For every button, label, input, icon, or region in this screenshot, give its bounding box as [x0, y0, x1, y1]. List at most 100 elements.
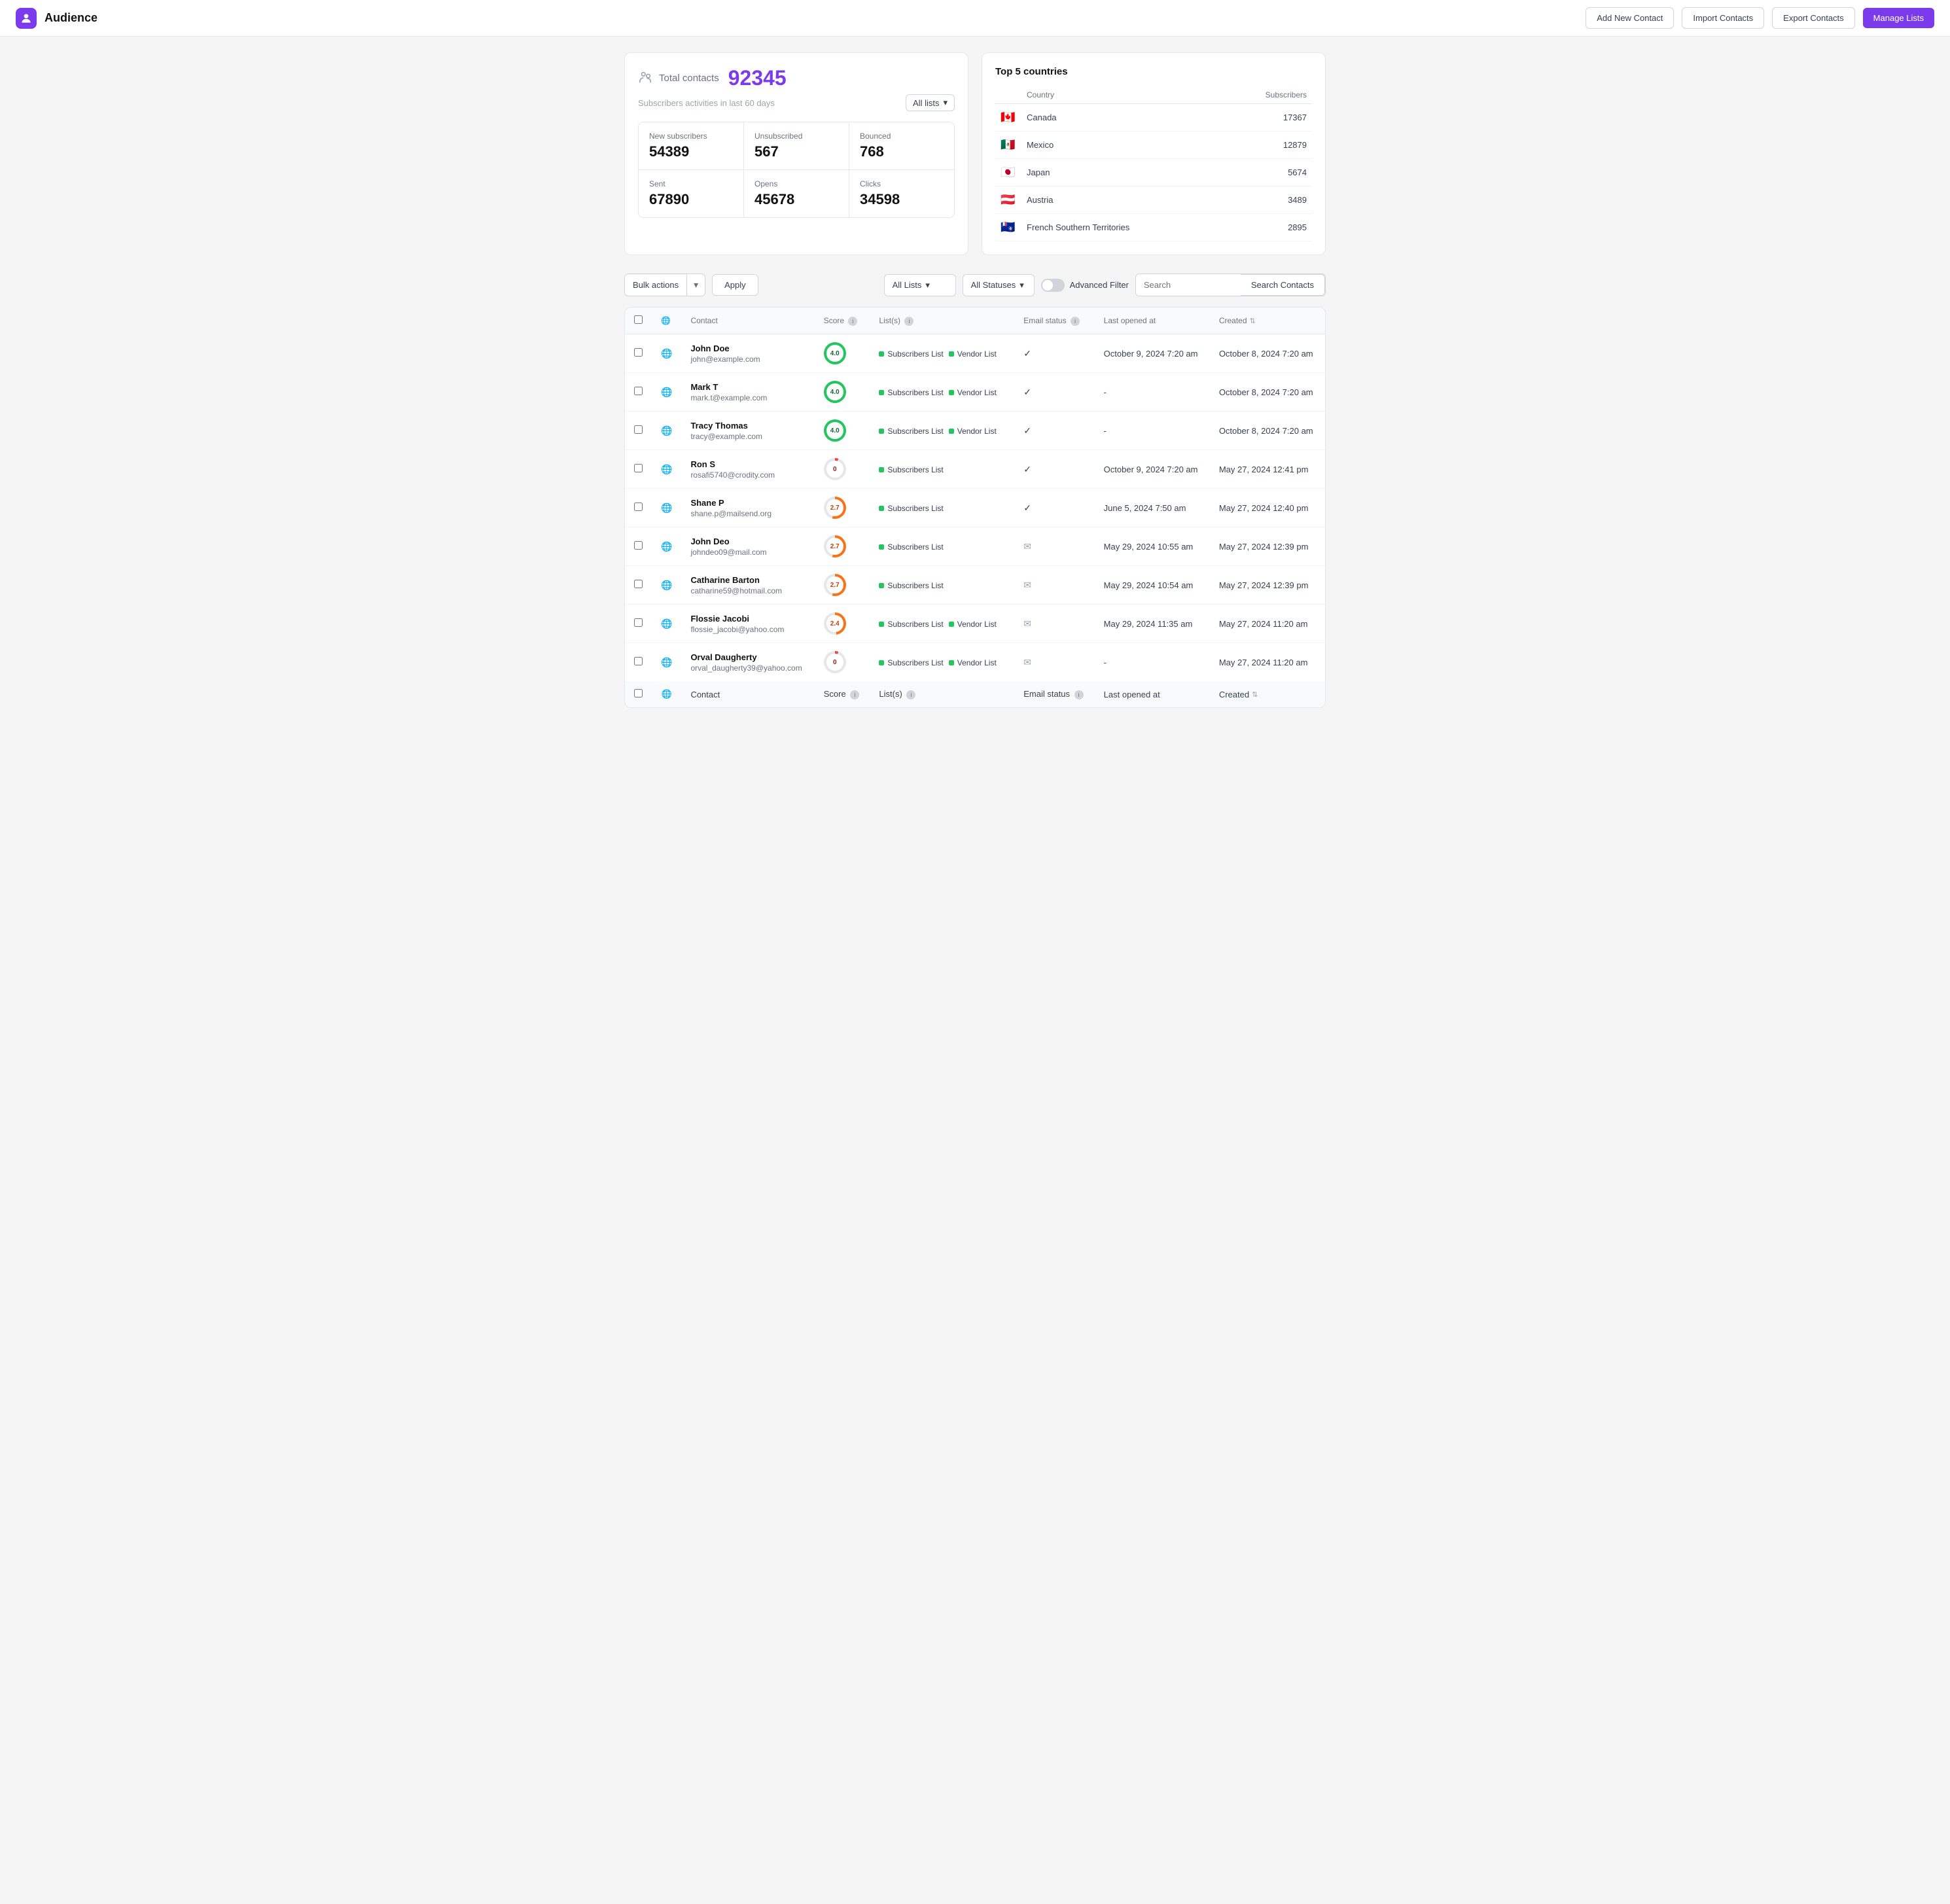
total-contacts-value: 92345 [728, 66, 787, 90]
app-logo [16, 8, 37, 29]
row-score-cell: 2.4 [815, 605, 870, 643]
contacts-table: 🌐 Contact Score i List(s) i Email statu [625, 308, 1325, 707]
row-checkbox[interactable] [634, 425, 643, 434]
contact-name[interactable]: Mark T [690, 382, 805, 392]
export-contacts-button[interactable]: Export Contacts [1772, 7, 1855, 29]
metric-bounced: Bounced 768 [849, 122, 954, 169]
manage-lists-button[interactable]: Manage Lists [1863, 8, 1934, 28]
th-created: Created ⇅ [1210, 308, 1325, 334]
apply-button[interactable]: Apply [712, 274, 758, 296]
row-globe-cell: 🌐 [652, 566, 681, 605]
row-globe-cell: 🌐 [652, 450, 681, 489]
footer-lists-info-icon[interactable]: i [906, 690, 915, 699]
list-tag: Subscribers List [879, 581, 943, 590]
email-status-check-icon: ✓ [1023, 464, 1031, 474]
advanced-filter-toggle-switch[interactable] [1041, 279, 1065, 292]
email-status-info-icon[interactable]: i [1071, 317, 1080, 326]
row-globe-cell: 🌐 [652, 334, 681, 373]
all-lists-dropdown[interactable]: All lists ▾ [906, 94, 955, 111]
row-contact-cell: Shane P shane.p@mailsend.org [681, 489, 814, 527]
contact-name[interactable]: Shane P [690, 498, 805, 508]
country-count-cell: 2895 [1221, 214, 1312, 241]
row-checkbox[interactable] [634, 657, 643, 665]
search-contacts-button[interactable]: Search Contacts [1241, 274, 1325, 296]
score-circle: 2.7 [824, 535, 846, 557]
country-row: 🇯🇵 Japan 5674 [995, 159, 1312, 186]
footer-select-all-checkbox[interactable] [634, 689, 643, 697]
footer-globe-icon: 🌐 [662, 689, 672, 699]
contact-name[interactable]: John Deo [690, 537, 805, 546]
select-all-checkbox[interactable] [634, 315, 643, 324]
bulk-actions-select[interactable]: Bulk actions ▾ [624, 273, 705, 296]
country-count-cell: 3489 [1221, 186, 1312, 214]
country-flag-cell: 🇯🇵 [995, 159, 1021, 186]
row-checkbox[interactable] [634, 618, 643, 627]
list-dot [949, 660, 954, 665]
row-score-cell: 4.0 [815, 412, 870, 450]
footer-email-status-info-icon[interactable]: i [1074, 690, 1084, 699]
add-contact-button[interactable]: Add New Contact [1586, 7, 1674, 29]
all-statuses-filter[interactable]: All Statuses ▾ [963, 274, 1035, 296]
score-circle: 4.0 [824, 381, 846, 403]
row-created-cell: May 27, 2024 12:39 pm [1210, 566, 1325, 605]
footer-score-info-icon[interactable]: i [850, 690, 859, 699]
row-lists-cell: Subscribers ListVendor List [870, 605, 1014, 643]
row-checkbox[interactable] [634, 541, 643, 550]
flag-icon: 🇨🇦 [1001, 111, 1015, 124]
contact-name[interactable]: John Doe [690, 344, 805, 353]
row-lists-cell: Subscribers ListVendor List [870, 373, 1014, 412]
advanced-filter-label: Advanced Filter [1070, 280, 1129, 290]
score-inner: 2.7 [826, 499, 843, 516]
created-sort[interactable]: Created ⇅ [1219, 316, 1316, 325]
metric-opens: Opens 45678 [744, 170, 849, 217]
countries-title: Top 5 countries [995, 66, 1312, 77]
row-contact-cell: John Doe john@example.com [681, 334, 814, 373]
country-count-cell: 12879 [1221, 132, 1312, 159]
row-last-opened-cell: - [1095, 643, 1210, 682]
country-name-cell: French Southern Territories [1021, 214, 1221, 241]
bulk-actions-arrow[interactable]: ▾ [686, 274, 705, 296]
all-lists-filter[interactable]: All Lists ▾ [884, 274, 956, 296]
navbar-right: Add New Contact Import Contacts Export C… [1586, 7, 1934, 29]
filters-row: Bulk actions ▾ Apply All Lists ▾ All Sta… [624, 273, 1326, 296]
contact-name[interactable]: Orval Daugherty [690, 652, 805, 662]
row-last-opened-cell: - [1095, 412, 1210, 450]
stats-grid: Total contacts 92345 Subscribers activit… [624, 52, 1326, 255]
score-info-icon[interactable]: i [848, 317, 857, 326]
row-globe-cell: 🌐 [652, 605, 681, 643]
contact-name[interactable]: Ron S [690, 459, 805, 469]
metric-sent: Sent 67890 [639, 170, 743, 217]
list-tag: Subscribers List [879, 542, 943, 552]
footer-created-col: Created ⇅ [1210, 681, 1325, 707]
email-status-check-icon: ✓ [1023, 348, 1031, 359]
page-title: Audience [44, 11, 98, 25]
email-status-envelope-icon: ✉ [1023, 618, 1031, 629]
row-checkbox[interactable] [634, 580, 643, 588]
list-tag: Subscribers List [879, 427, 943, 436]
country-count-cell: 5674 [1221, 159, 1312, 186]
search-input[interactable] [1136, 275, 1241, 295]
footer-created-sort[interactable]: Created ⇅ [1219, 690, 1316, 699]
row-checkbox[interactable] [634, 502, 643, 511]
list-dot [949, 390, 954, 395]
row-last-opened-cell: May 29, 2024 11:35 am [1095, 605, 1210, 643]
score-inner: 4.0 [826, 422, 843, 439]
list-dot [879, 544, 884, 550]
row-created-cell: May 27, 2024 12:41 pm [1210, 450, 1325, 489]
list-dot [879, 583, 884, 588]
contact-email: shane.p@mailsend.org [690, 509, 805, 518]
flag-icon: 🇲🇽 [1001, 138, 1015, 151]
row-globe-icon: 🌐 [661, 502, 672, 513]
import-contacts-button[interactable]: Import Contacts [1682, 7, 1764, 29]
contact-name[interactable]: Catharine Barton [690, 575, 805, 585]
score-circle: 2.7 [824, 497, 846, 519]
lists-info-icon[interactable]: i [904, 317, 913, 326]
row-checkbox-cell [625, 605, 652, 643]
contact-name[interactable]: Tracy Thomas [690, 421, 805, 431]
row-checkbox[interactable] [634, 348, 643, 357]
email-status-envelope-icon: ✉ [1023, 580, 1031, 590]
contact-name[interactable]: Flossie Jacobi [690, 614, 805, 624]
row-checkbox[interactable] [634, 387, 643, 395]
row-checkbox[interactable] [634, 464, 643, 472]
row-created-cell: May 27, 2024 12:39 pm [1210, 527, 1325, 566]
